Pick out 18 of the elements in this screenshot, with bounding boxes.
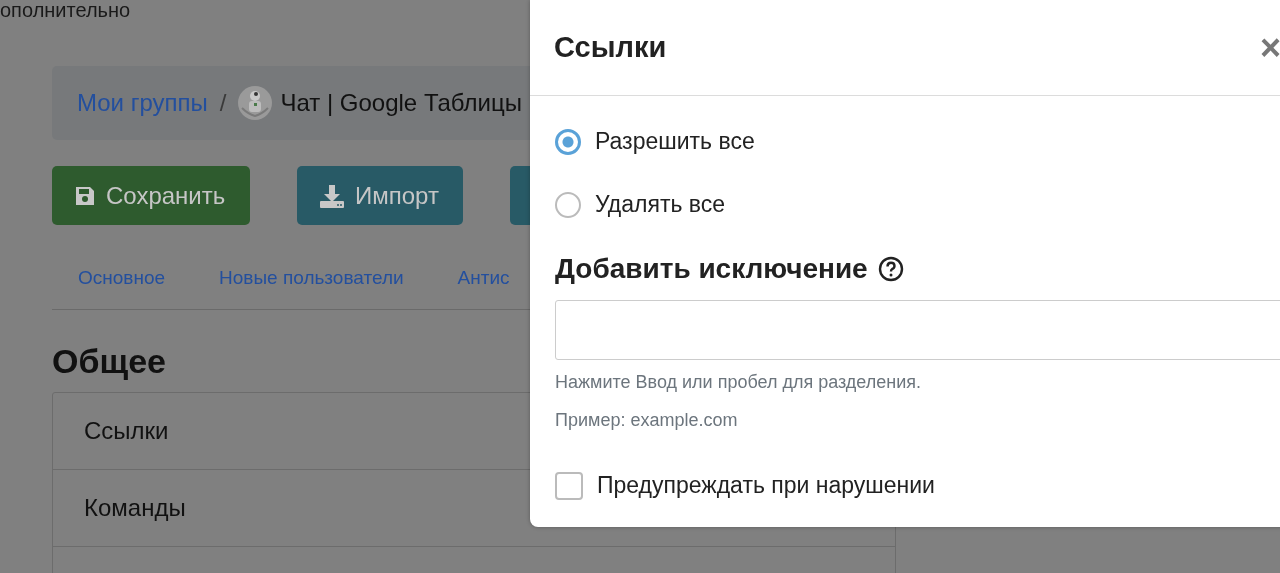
radio-label[interactable]: Удалять все <box>595 191 726 218</box>
import-button[interactable]: Импорт <box>297 166 463 225</box>
help-text: Пример: example.com <box>555 410 739 432</box>
radio-label[interactable]: Разрешить все <box>595 128 755 155</box>
close-button[interactable]: × <box>1260 26 1280 69</box>
help-text: Нажмите Ввод или пробел для разделения. <box>555 372 923 394</box>
radio-button[interactable] <box>555 191 581 218</box>
breadcrumb-separator: / <box>219 89 227 117</box>
breadcrumb-current: Чат | Google Таблицы <box>280 89 522 117</box>
modal-title: Ссылки <box>554 31 667 64</box>
checkbox[interactable] <box>555 471 583 500</box>
field-heading: Добавить исключение <box>555 253 868 285</box>
section-heading: Общее <box>52 342 166 382</box>
exception-input[interactable] <box>555 300 1280 360</box>
help-icon[interactable] <box>877 256 904 282</box>
save-button[interactable]: Сохранить <box>52 166 250 225</box>
radio-button[interactable] <box>555 128 581 155</box>
download-icon <box>319 183 345 208</box>
